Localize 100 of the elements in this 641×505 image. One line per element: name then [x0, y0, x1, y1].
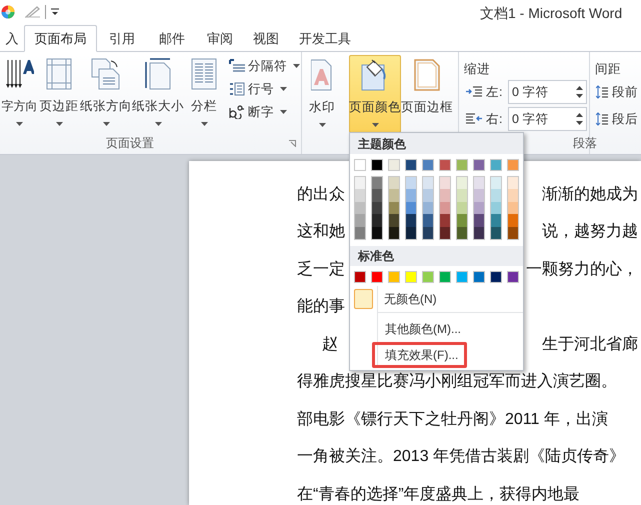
- color-swatch[interactable]: [440, 202, 450, 214]
- color-swatch[interactable]: [389, 202, 399, 214]
- ribbon-button[interactable]: 页面颜色: [349, 55, 401, 133]
- color-swatch[interactable]: [355, 226, 365, 239]
- color-swatch[interactable]: [371, 159, 383, 171]
- color-swatch[interactable]: [423, 202, 433, 214]
- color-swatch[interactable]: [440, 226, 450, 239]
- dialog-launcher-icon[interactable]: [289, 140, 296, 147]
- ribbon-button[interactable]: 行号: [229, 79, 302, 99]
- color-swatch[interactable]: [406, 189, 416, 202]
- ribbon-tab[interactable]: 开发工具: [289, 25, 361, 52]
- color-swatch[interactable]: [406, 202, 416, 214]
- color-swatch[interactable]: [474, 177, 484, 190]
- color-swatch[interactable]: [507, 159, 519, 171]
- color-swatch[interactable]: [389, 214, 399, 227]
- color-swatch[interactable]: [372, 189, 382, 202]
- menu-item[interactable]: 填充效果(F)...: [372, 342, 468, 368]
- color-swatch[interactable]: [406, 226, 416, 239]
- pen-icon[interactable]: [25, 6, 41, 18]
- color-swatch[interactable]: [439, 159, 451, 171]
- color-swatch[interactable]: [474, 189, 484, 202]
- ribbon-button[interactable]: 纸张大小: [133, 55, 183, 133]
- ribbon-button[interactable]: 分隔符: [229, 56, 302, 76]
- menu-item[interactable]: 无颜色(N): [378, 286, 443, 312]
- color-swatch[interactable]: [423, 214, 433, 227]
- ribbon-button[interactable]: 字方向: [0, 55, 39, 133]
- color-swatch[interactable]: [473, 270, 485, 283]
- menu-item[interactable]: 其他颜色(M)...: [372, 316, 470, 342]
- spin-field[interactable]: 0 字符: [508, 80, 587, 104]
- ribbon-tab[interactable]: 审阅: [197, 25, 243, 52]
- color-swatch[interactable]: [491, 202, 501, 214]
- ribbon-button[interactable]: 分栏: [187, 55, 221, 133]
- ribbon-button[interactable]: 纸张方向: [81, 55, 131, 133]
- ribbon-tab[interactable]: 入: [0, 25, 24, 52]
- color-swatch[interactable]: [406, 214, 416, 227]
- ribbon-tab[interactable]: 邮件: [147, 25, 197, 52]
- color-swatch[interactable]: [474, 214, 484, 227]
- color-swatch[interactable]: [508, 226, 518, 239]
- color-swatch[interactable]: [405, 270, 417, 283]
- color-swatch[interactable]: [422, 270, 434, 283]
- color-swatch[interactable]: [355, 177, 365, 190]
- color-swatch[interactable]: [440, 189, 450, 202]
- color-swatch[interactable]: [508, 214, 518, 227]
- color-swatch[interactable]: [457, 189, 467, 202]
- color-swatch[interactable]: [354, 159, 366, 171]
- color-swatch[interactable]: [388, 159, 400, 171]
- color-swatch[interactable]: [457, 177, 467, 190]
- color-swatch[interactable]: [372, 202, 382, 214]
- color-swatch[interactable]: [389, 177, 399, 190]
- color-swatch[interactable]: [371, 270, 383, 283]
- color-swatch[interactable]: [423, 177, 433, 190]
- color-swatch[interactable]: [423, 189, 433, 202]
- color-swatch[interactable]: [456, 270, 468, 283]
- color-swatch[interactable]: [491, 189, 501, 202]
- color-wheel-icon[interactable]: [1, 5, 15, 19]
- color-swatch[interactable]: [406, 177, 416, 190]
- customize-dropdown-icon[interactable]: [51, 8, 59, 16]
- color-swatch[interactable]: [491, 177, 501, 190]
- color-swatch[interactable]: [457, 226, 467, 239]
- color-swatch[interactable]: [491, 226, 501, 239]
- color-swatch[interactable]: [507, 270, 519, 283]
- color-swatch[interactable]: [354, 270, 366, 283]
- color-swatch[interactable]: [372, 226, 382, 239]
- ribbon-tab[interactable]: 引用: [97, 25, 147, 52]
- color-swatch[interactable]: [422, 159, 434, 171]
- spin-arrows-icon[interactable]: [576, 85, 583, 99]
- color-swatch[interactable]: [355, 202, 365, 214]
- spin-arrows-icon[interactable]: [576, 112, 583, 126]
- color-swatch[interactable]: [490, 270, 502, 283]
- ribbon-button[interactable]: 页边距: [40, 55, 78, 133]
- color-swatch[interactable]: [508, 177, 518, 190]
- ribbon-button[interactable]: 页面边框: [401, 55, 453, 133]
- color-swatch[interactable]: [439, 270, 451, 283]
- color-swatch[interactable]: [508, 202, 518, 214]
- color-swatch[interactable]: [389, 226, 399, 239]
- color-swatch[interactable]: [490, 159, 502, 171]
- ribbon-tab[interactable]: 页面布局: [24, 25, 97, 52]
- ribbon-button[interactable]: 断字: [229, 102, 302, 122]
- ribbon-tab[interactable]: 视图: [243, 25, 289, 52]
- color-swatch[interactable]: [389, 189, 399, 202]
- color-swatch[interactable]: [491, 214, 501, 227]
- color-swatch[interactable]: [474, 202, 484, 214]
- color-swatch[interactable]: [355, 189, 365, 202]
- color-swatch[interactable]: [474, 226, 484, 239]
- color-swatch[interactable]: [473, 159, 485, 171]
- color-swatch[interactable]: [372, 177, 382, 190]
- text-direction-icon: [6, 57, 34, 90]
- color-swatch[interactable]: [457, 214, 467, 227]
- color-swatch[interactable]: [372, 214, 382, 227]
- ribbon-button[interactable]: 水印: [304, 55, 340, 133]
- color-swatch[interactable]: [457, 202, 467, 214]
- color-swatch[interactable]: [423, 226, 433, 239]
- color-swatch[interactable]: [405, 159, 417, 171]
- color-swatch[interactable]: [440, 177, 450, 190]
- color-swatch[interactable]: [440, 214, 450, 227]
- color-swatch[interactable]: [355, 214, 365, 227]
- color-swatch[interactable]: [456, 159, 468, 171]
- color-swatch[interactable]: [388, 270, 400, 283]
- spin-field[interactable]: 0 字符: [508, 107, 587, 131]
- color-swatch[interactable]: [508, 189, 518, 202]
